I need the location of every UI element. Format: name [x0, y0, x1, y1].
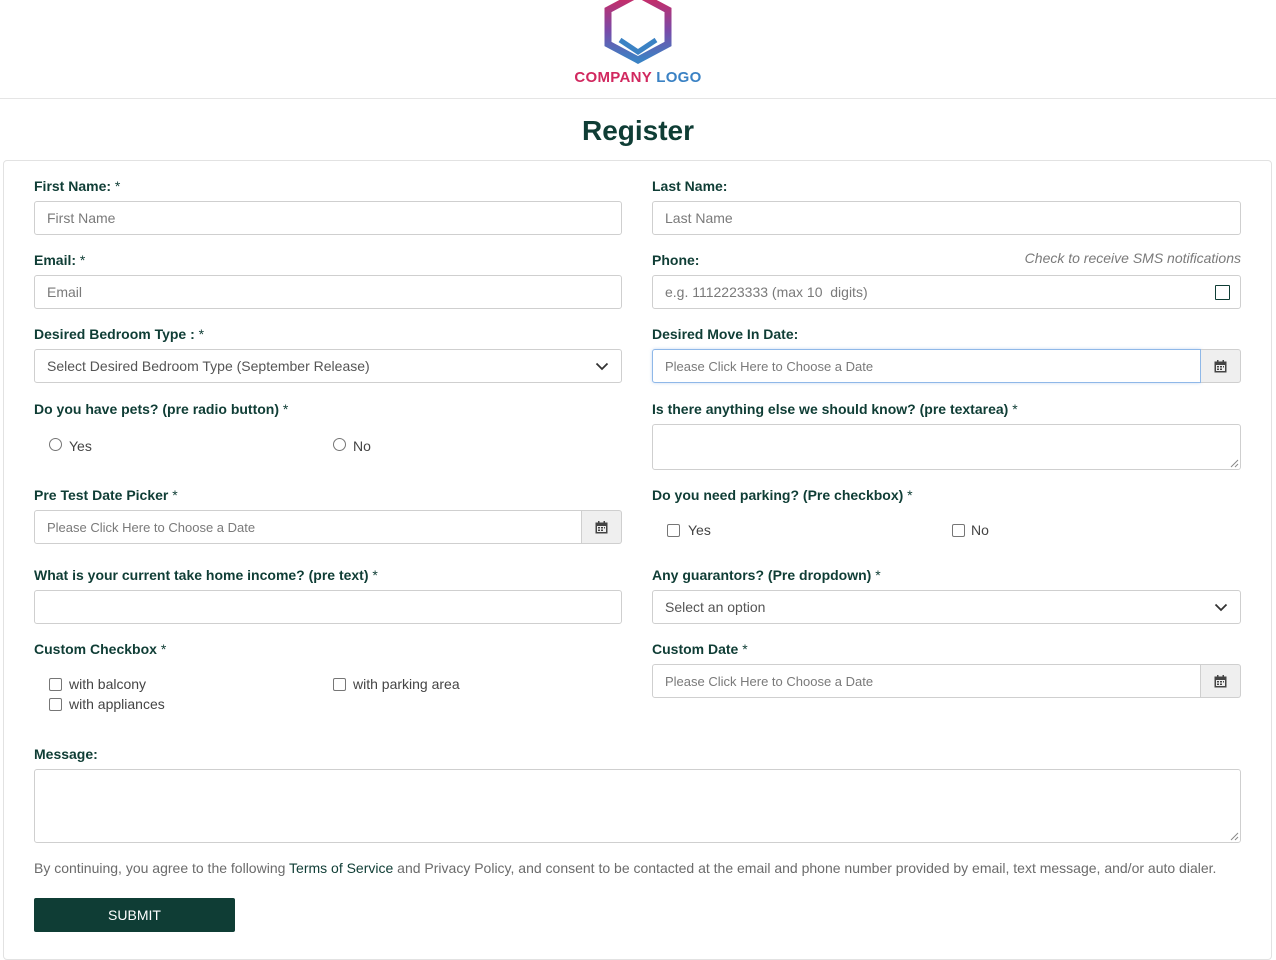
calendar-icon — [1214, 674, 1227, 687]
first-name-label: First Name: * — [34, 178, 121, 194]
bedroom-type-label: Desired Bedroom Type : * — [34, 326, 205, 342]
last-name-label: Last Name: — [652, 178, 728, 194]
phone-label: Phone: — [652, 252, 700, 268]
company-logo[interactable]: COMPANY LOGO — [568, 0, 708, 92]
parking-label: Do you need parking? (Pre checkbox) * — [652, 487, 913, 503]
parking-area-label: with parking area — [353, 676, 460, 692]
hexagon-logo-icon — [604, 0, 672, 64]
calendar-icon — [595, 520, 608, 533]
guarantors-select[interactable]: Select an option — [652, 590, 1241, 624]
pets-no-label: No — [353, 438, 371, 454]
sms-checkbox[interactable] — [1215, 285, 1230, 300]
page-title: Register — [581, 115, 695, 146]
appliances-label: with appliances — [69, 696, 165, 712]
phone-input[interactable] — [652, 275, 1241, 309]
pets-label: Do you have pets? (pre radio button) * — [34, 401, 289, 417]
pets-yes-label: Yes — [69, 438, 92, 454]
resize-grip-icon[interactable] — [1230, 832, 1239, 841]
anything-else-label: Is there anything else we should know? (… — [652, 401, 1018, 417]
move-in-date-label: Desired Move In Date: — [652, 326, 799, 342]
page-header: COMPANY LOGO — [0, 0, 1276, 99]
email-label: Email: * — [34, 252, 86, 268]
custom-date-calendar-button[interactable] — [1201, 664, 1241, 698]
sms-hint: Check to receive SMS notifications — [1024, 250, 1241, 266]
income-label: What is your current take home income? (… — [34, 567, 378, 583]
move-in-date-input[interactable] — [652, 349, 1201, 383]
resize-grip-icon[interactable] — [1230, 459, 1239, 468]
pre-test-date-input[interactable] — [34, 510, 582, 544]
logo-text: COMPANY LOGO — [574, 69, 702, 86]
parking-yes-label: Yes — [688, 522, 711, 538]
first-name-input[interactable] — [34, 201, 622, 235]
custom-checkbox-label: Custom Checkbox * — [34, 641, 167, 657]
appliances-checkbox[interactable] — [49, 698, 62, 711]
balcony-checkbox[interactable] — [49, 678, 62, 691]
pre-test-calendar-button[interactable] — [582, 510, 622, 544]
terms-of-service-link[interactable]: Terms of Service — [289, 860, 393, 876]
parking-no-checkbox[interactable] — [952, 524, 965, 537]
message-textarea[interactable] — [34, 769, 1241, 843]
guarantors-value: Select an option — [665, 599, 766, 615]
email-input[interactable] — [34, 275, 622, 309]
parking-area-checkbox[interactable] — [333, 678, 346, 691]
pets-yes-radio[interactable] — [49, 438, 62, 451]
custom-date-label: Custom Date * — [652, 641, 748, 657]
chevron-down-icon — [595, 362, 609, 370]
parking-yes-checkbox[interactable] — [667, 524, 680, 537]
bedroom-type-value: Select Desired Bedroom Type (September R… — [47, 358, 370, 374]
message-label: Message: — [34, 746, 98, 762]
custom-date-input[interactable] — [652, 664, 1201, 698]
balcony-label: with balcony — [69, 676, 147, 692]
parking-no-label: No — [971, 522, 989, 538]
bedroom-type-select[interactable]: Select Desired Bedroom Type (September R… — [34, 349, 622, 383]
chevron-down-icon — [1214, 603, 1228, 611]
guarantors-label: Any guarantors? (Pre dropdown) * — [652, 567, 881, 583]
pre-test-date-label: Pre Test Date Picker * — [34, 487, 178, 503]
move-in-calendar-button[interactable] — [1201, 349, 1241, 383]
consent-disclaimer: By continuing, you agree to the followin… — [34, 860, 1217, 876]
income-input[interactable] — [34, 590, 622, 624]
last-name-input[interactable] — [652, 201, 1241, 235]
anything-else-textarea[interactable] — [652, 424, 1241, 470]
pets-no-radio[interactable] — [333, 438, 346, 451]
calendar-icon — [1214, 359, 1227, 372]
